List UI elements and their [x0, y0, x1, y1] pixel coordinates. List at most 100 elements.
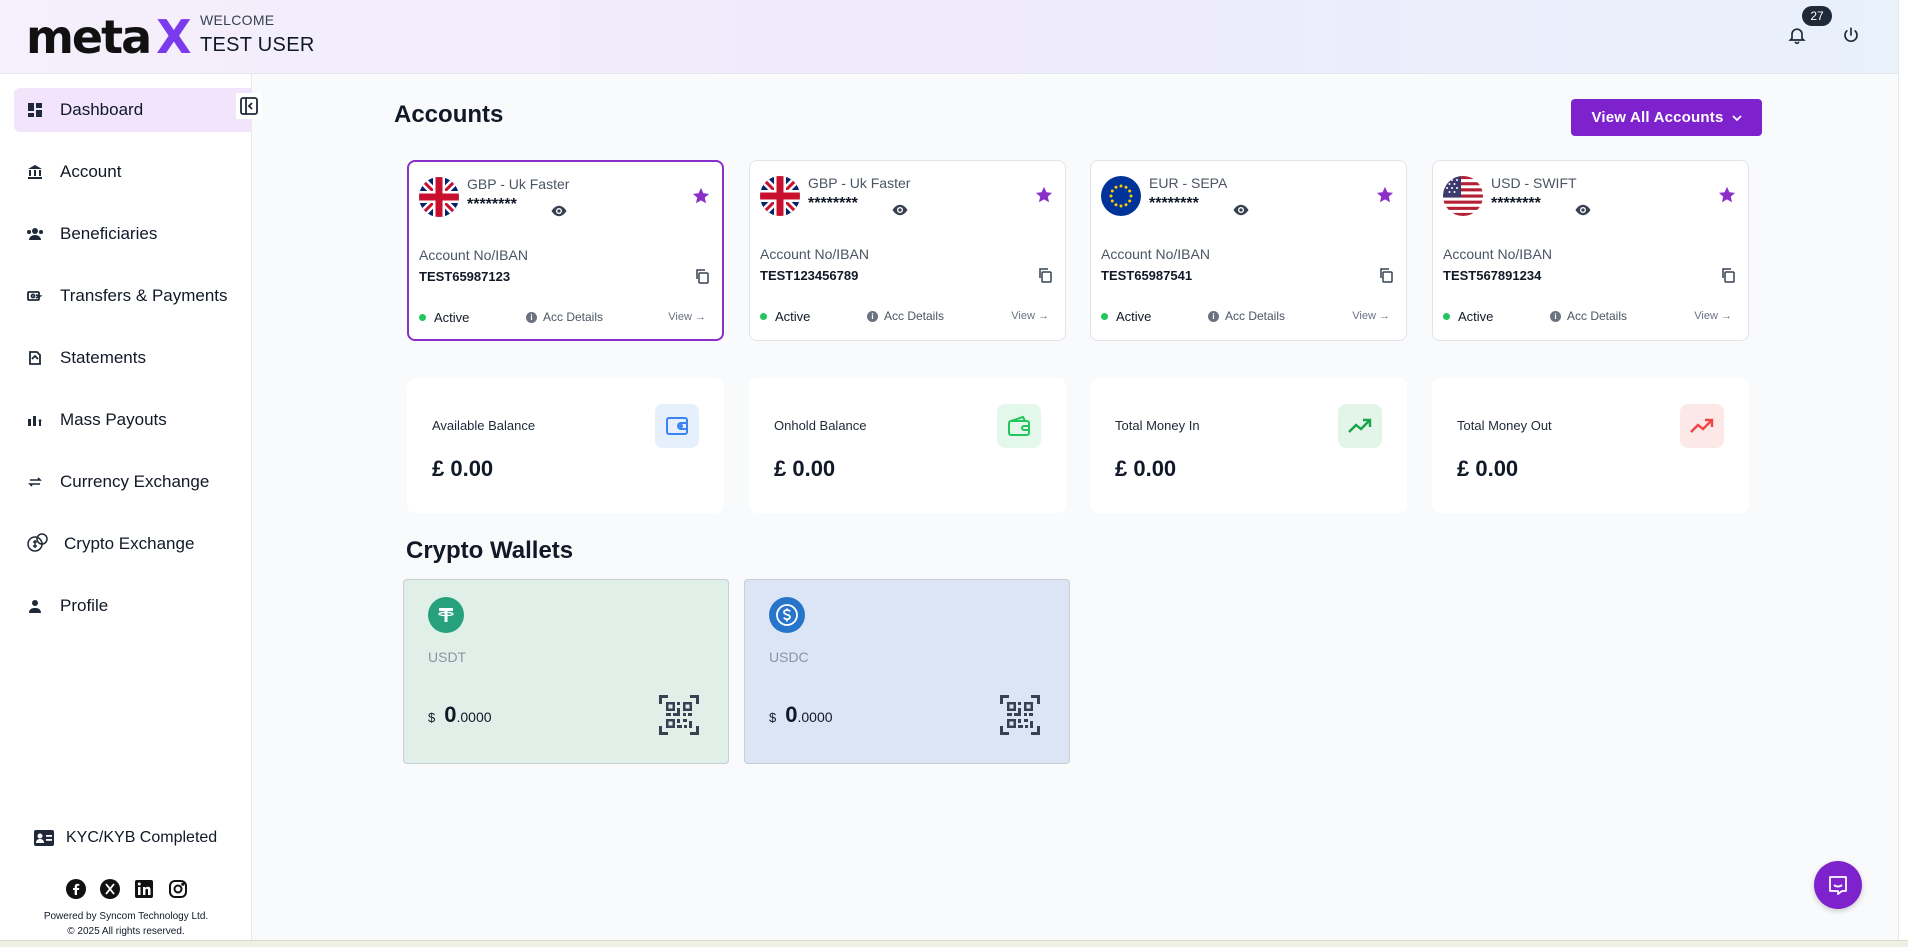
- view-account-link[interactable]: View →: [1352, 310, 1390, 322]
- copy-icon[interactable]: [1378, 267, 1394, 283]
- account-number: TEST65987541: [1101, 268, 1193, 283]
- chat-icon: [1829, 876, 1847, 895]
- account-balance-masked: ********: [467, 196, 517, 213]
- crypto-icon: [26, 532, 50, 556]
- logo-text: meta: [26, 10, 152, 64]
- balance-integer: 0: [785, 702, 798, 727]
- trend-up-icon: [1680, 404, 1724, 448]
- favorite-star-icon[interactable]: [1376, 186, 1394, 204]
- info-icon: i: [1208, 310, 1219, 322]
- copy-icon[interactable]: [1037, 267, 1053, 283]
- acc-details-link[interactable]: i Acc Details: [867, 309, 944, 323]
- favorite-star-icon[interactable]: [1718, 186, 1736, 204]
- account-name: USD - SWIFT: [1491, 175, 1577, 191]
- status-dot-icon: [1101, 313, 1108, 320]
- copy-icon[interactable]: [694, 268, 710, 284]
- id-card-icon: [34, 830, 54, 846]
- sidebar-item-mass-payouts[interactable]: Mass Payouts: [14, 398, 252, 442]
- favorite-star-icon[interactable]: [1035, 186, 1053, 204]
- top-header: meta X WELCOME TEST USER 27: [0, 0, 1898, 74]
- accounts-title: Accounts: [394, 101, 504, 128]
- usdt-wallet-card[interactable]: USDT $ 0 .0000: [403, 579, 729, 764]
- sidebar-item-account[interactable]: Account: [14, 150, 252, 194]
- acc-details-link[interactable]: i Acc Details: [1208, 309, 1285, 323]
- info-icon: i: [1550, 310, 1561, 322]
- bottom-edge: [0, 940, 1908, 947]
- qr-code-icon[interactable]: [999, 694, 1041, 736]
- sidebar-item-currency-exchange[interactable]: Currency Exchange: [14, 460, 252, 504]
- account-card[interactable]: GBP - Uk Faster ******** Account No/IBAN…: [407, 160, 724, 341]
- bell-icon: [1788, 28, 1806, 45]
- wallet-balance: $ 0 .0000: [428, 702, 492, 728]
- info-icon: i: [867, 310, 878, 322]
- account-status: Active: [760, 309, 810, 324]
- qr-code-icon[interactable]: [658, 694, 700, 736]
- sidebar-collapse-button[interactable]: [236, 93, 262, 119]
- metax-logo[interactable]: meta X: [26, 10, 192, 64]
- account-balance-masked: ********: [808, 195, 858, 212]
- logo-accent: X: [156, 10, 192, 64]
- eu-flag-icon: [1101, 176, 1141, 216]
- status-dot-icon: [1443, 313, 1450, 320]
- transfer-icon: [26, 287, 44, 305]
- account-card[interactable]: EUR - SEPA ******** Account No/IBAN TEST…: [1090, 160, 1407, 341]
- total-money-out-card: Total Money Out £ 0.00: [1432, 378, 1749, 513]
- account-card[interactable]: GBP - Uk Faster ******** Account No/IBAN…: [749, 160, 1066, 341]
- balance-decimal: .0000: [797, 709, 833, 725]
- instagram-icon[interactable]: [168, 879, 188, 899]
- view-account-link[interactable]: View →: [1011, 310, 1049, 322]
- balance-value: £ 0.00: [432, 456, 494, 481]
- balance-decimal: .0000: [456, 709, 492, 725]
- sidebar-item-label: Currency Exchange: [60, 472, 210, 491]
- acc-details-label: Acc Details: [1225, 309, 1286, 323]
- sidebar-item-profile[interactable]: Profile: [14, 584, 252, 628]
- account-number: TEST567891234: [1443, 268, 1542, 283]
- chat-support-button[interactable]: [1814, 861, 1862, 909]
- eye-icon[interactable]: [1574, 203, 1592, 217]
- account-name: GBP - Uk Faster: [808, 175, 911, 191]
- sidebar-item-dashboard[interactable]: Dashboard: [14, 88, 252, 132]
- users-icon: [26, 225, 44, 243]
- statements-icon: [26, 349, 44, 367]
- eye-icon[interactable]: [891, 203, 909, 217]
- facebook-icon[interactable]: [66, 879, 86, 899]
- status-label: Active: [775, 309, 811, 324]
- wallet-balance: $ 0 .0000: [769, 702, 833, 728]
- account-card[interactable]: USD - SWIFT ******** Account No/IBAN TES…: [1432, 160, 1749, 341]
- eye-icon[interactable]: [550, 204, 568, 218]
- logout-button[interactable]: [1836, 20, 1866, 50]
- sidebar-item-label: Beneficiaries: [60, 224, 158, 243]
- uk-flag-icon: [419, 177, 459, 217]
- eye-icon[interactable]: [1232, 203, 1250, 217]
- view-all-accounts-button[interactable]: View All Accounts: [1571, 99, 1762, 136]
- sidebar-item-transfers[interactable]: Transfers & Payments: [14, 274, 252, 318]
- dashboard-icon: [26, 101, 44, 119]
- bank-icon: [26, 163, 44, 181]
- favorite-star-icon[interactable]: [692, 187, 710, 205]
- linkedin-icon[interactable]: [134, 879, 154, 899]
- balance-label: Total Money Out: [1457, 418, 1552, 433]
- acc-details-label: Acc Details: [884, 309, 945, 323]
- acc-details-link[interactable]: i Acc Details: [1550, 309, 1627, 323]
- view-account-link[interactable]: View →: [668, 311, 706, 323]
- status-dot-icon: [419, 314, 426, 321]
- notification-badge: 27: [1802, 6, 1832, 26]
- wallet-name: USDC: [769, 649, 809, 665]
- sidebar-item-statements[interactable]: Statements: [14, 336, 252, 380]
- sidebar-item-beneficiaries[interactable]: Beneficiaries: [14, 212, 252, 256]
- status-label: Active: [434, 310, 470, 325]
- sidebar-item-label: Dashboard: [60, 100, 144, 119]
- copy-icon[interactable]: [1720, 267, 1736, 283]
- sidebar-item-label: Profile: [60, 596, 109, 615]
- usdc-icon: [769, 597, 805, 633]
- sidebar-item-crypto-exchange[interactable]: Crypto Exchange: [14, 522, 252, 566]
- usdc-wallet-card[interactable]: USDC $ 0 .0000: [744, 579, 1070, 764]
- welcome-label: WELCOME: [200, 12, 275, 28]
- power-icon: [1844, 27, 1858, 42]
- info-icon: i: [526, 311, 537, 323]
- available-balance-card: Available Balance £ 0.00: [407, 378, 724, 513]
- acc-details-link[interactable]: i Acc Details: [526, 310, 603, 324]
- view-account-link[interactable]: View →: [1694, 310, 1732, 322]
- sidebar-item-label: Mass Payouts: [60, 410, 167, 429]
- x-twitter-icon[interactable]: [100, 879, 120, 899]
